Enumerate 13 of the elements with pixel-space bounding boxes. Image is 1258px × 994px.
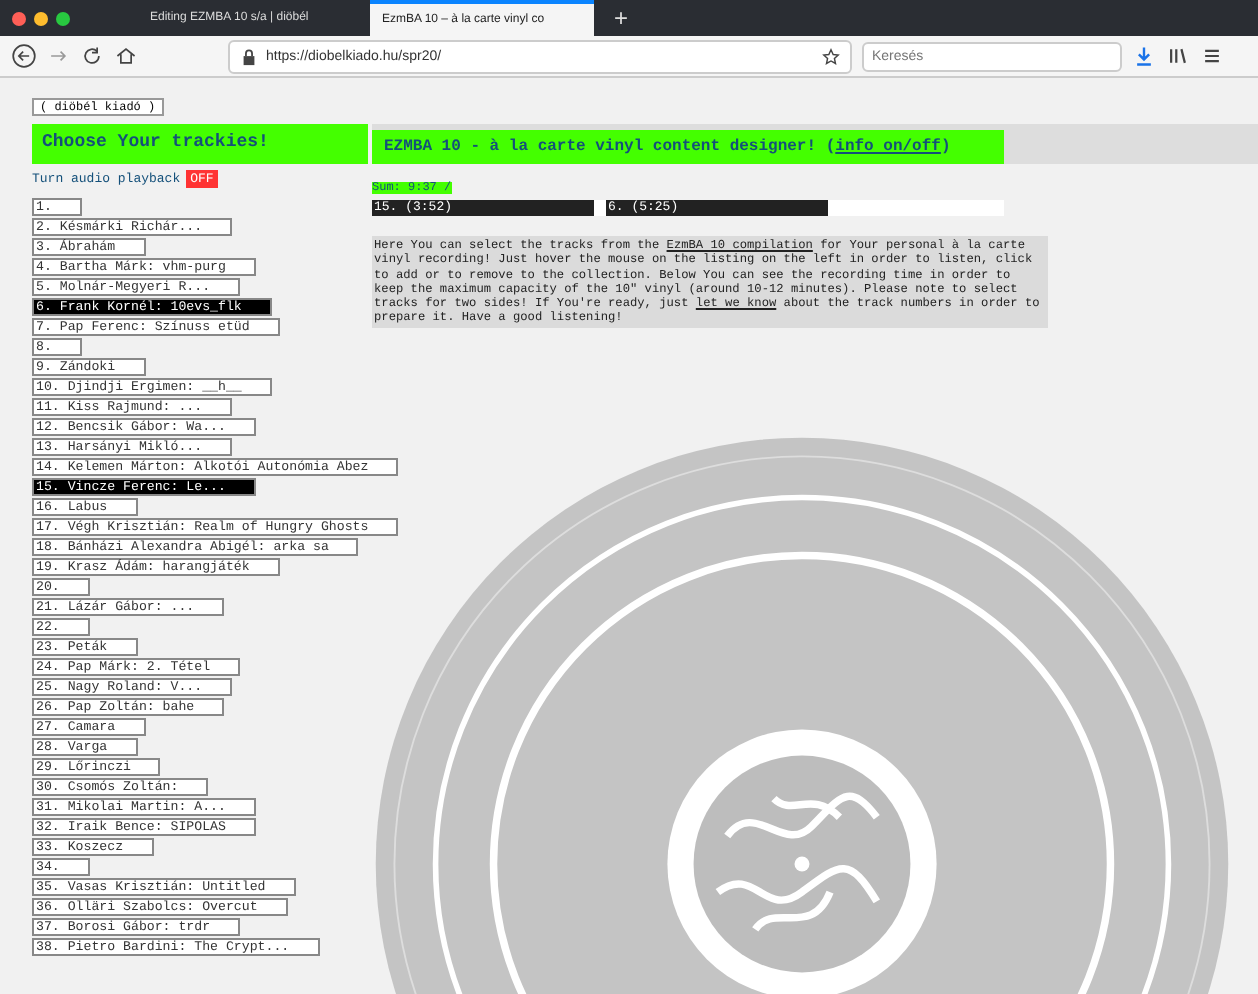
new-tab-button[interactable]: + [602, 0, 641, 36]
star-icon[interactable] [822, 47, 840, 65]
download-icon[interactable] [1132, 44, 1156, 68]
reload-icon[interactable] [80, 44, 104, 68]
info-link[interactable]: info on/off [835, 138, 941, 156]
lock-icon [240, 47, 258, 65]
page-title: EZMBA 10 - à la carte vinyl content designer! (info on/off) [372, 130, 1004, 164]
panel-title: Choose Your trackies! [32, 124, 368, 164]
menu-icon[interactable] [1200, 44, 1224, 68]
home-icon[interactable] [114, 44, 138, 68]
library-icon[interactable] [1166, 44, 1190, 68]
back-icon[interactable] [12, 44, 36, 68]
window-controls-icon[interactable] [12, 11, 70, 25]
